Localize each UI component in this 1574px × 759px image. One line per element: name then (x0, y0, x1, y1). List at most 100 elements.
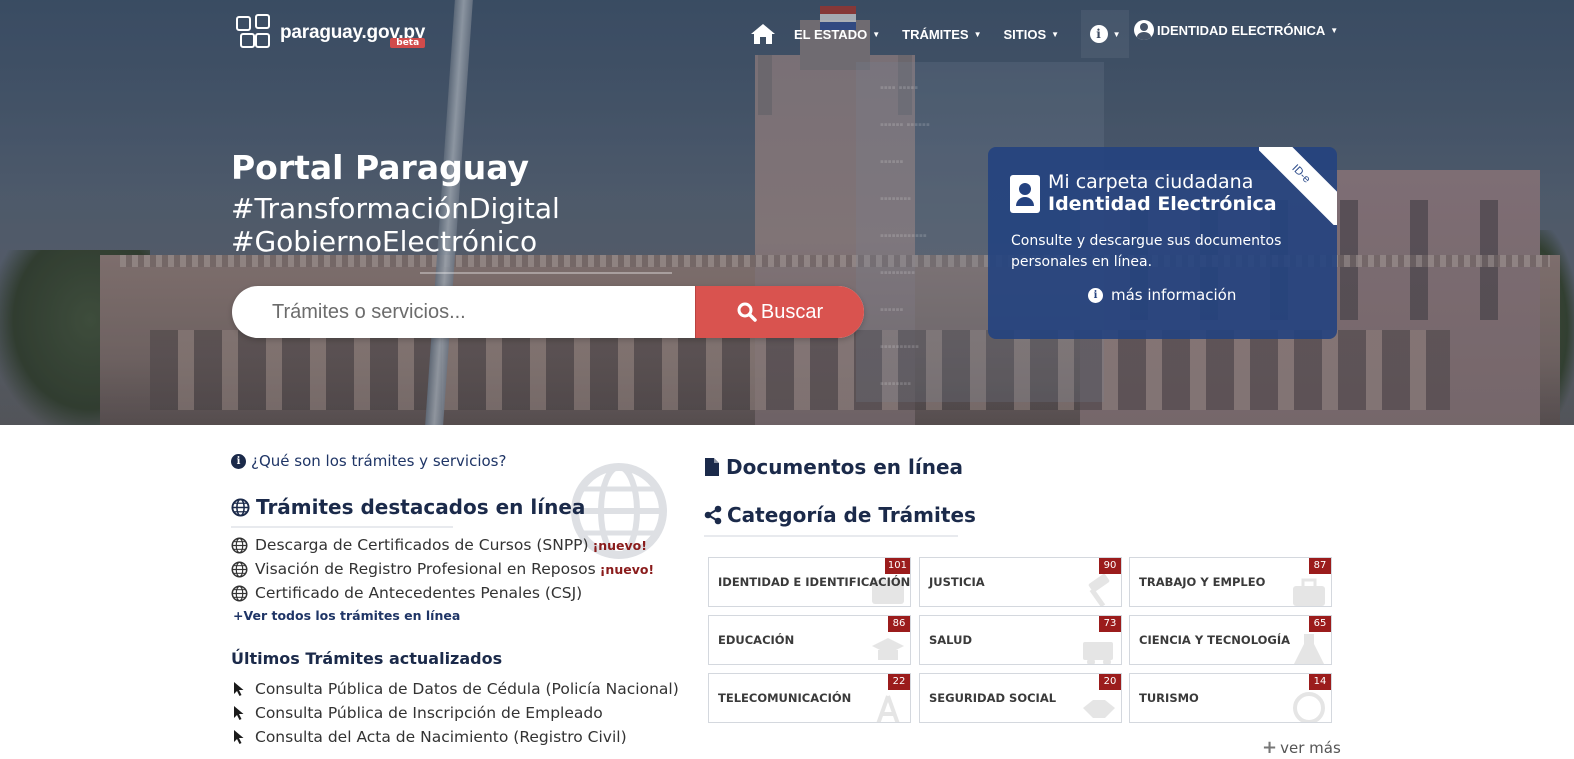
caret-down-icon: ▼ (1112, 29, 1121, 39)
idcard-more-link[interactable]: i más información (1088, 286, 1236, 304)
ver-todos-label: Ver todos los trámites en línea (243, 608, 461, 623)
category-label: CIENCIA Y TECNOLOGÍA (1139, 633, 1291, 647)
documentos-en-linea-link[interactable]: Documentos en línea (704, 455, 963, 479)
tramites-destacados-label: Trámites destacados en línea (256, 495, 586, 519)
list-item[interactable]: Visación de Registro Profesional en Repo… (231, 557, 654, 581)
search-icon (737, 302, 757, 322)
home-icon[interactable] (750, 23, 776, 45)
category-card-turismo[interactable]: TURISMO 14 (1129, 673, 1332, 723)
category-count-badge: 20 (1099, 674, 1121, 690)
category-count-badge: 22 (888, 674, 910, 690)
category-count-badge: 86 (888, 616, 910, 632)
cursor-icon (234, 682, 244, 696)
globe-icon (231, 561, 248, 577)
antenna-watermark-icon (876, 695, 900, 722)
ver-todos-link[interactable]: +Ver todos los trámites en línea (233, 608, 460, 623)
hero-tag-gobierno: #GobiernoElectrónico (231, 225, 538, 258)
caret-down-icon: ▼ (1051, 29, 1060, 39)
hero-title: Portal Paraguay (231, 148, 529, 187)
user-circle-icon (1134, 20, 1154, 40)
hero-tag-transformacion: #TransformaciónDigital (231, 192, 560, 225)
idcard-description: Consulte y descargue sus documentos pers… (1011, 233, 1282, 270)
que-son-tramites-link[interactable]: i ¿Qué son los trámites y servicios? (231, 452, 506, 470)
compass-watermark-icon (1293, 692, 1325, 722)
category-label: EDUCACIÓN (718, 633, 795, 647)
category-label: TELECOMUNICACIÓN (718, 691, 852, 705)
category-card-identidad[interactable]: IDENTIDAD E IDENTIFICACIÓN 101 (708, 557, 911, 607)
gavel-watermark-icon (1088, 574, 1110, 606)
category-card-telecomunicacion[interactable]: TELECOMUNICACIÓN 22 (708, 673, 911, 723)
globe-icon (231, 537, 248, 553)
nav-tramites-label: TRÁMITES (902, 26, 969, 42)
plus-icon: + (1262, 737, 1278, 758)
category-card-ciencia[interactable]: CIENCIA Y TECNOLOGÍA 65 (1129, 615, 1332, 665)
handshake-watermark-icon (1083, 700, 1115, 718)
nav-identity-label: IDENTIDAD ELECTRÓNICA (1157, 22, 1326, 38)
category-label: TURISMO (1139, 691, 1199, 705)
caret-down-icon: ▼ (973, 29, 982, 39)
caret-down-icon: ▼ (1330, 25, 1339, 35)
category-label: SEGURIDAD SOCIAL (929, 691, 1057, 705)
hero-divider (420, 272, 672, 274)
search-input[interactable] (232, 286, 695, 338)
category-card-salud[interactable]: SALUD 73 (919, 615, 1122, 665)
search-bar: Buscar (232, 286, 864, 338)
caret-down-icon: ▼ (872, 29, 881, 39)
nav-sitios[interactable]: SITIOS ▼ (1004, 27, 1060, 42)
category-count-badge: 65 (1309, 616, 1331, 632)
info-icon: i (231, 453, 246, 469)
category-card-educacion[interactable]: EDUCACIÓN 86 (708, 615, 911, 665)
featured-tramites-list: Descarga de Certificados de Cursos (SNPP… (231, 533, 654, 605)
flask-watermark-icon (1294, 634, 1324, 664)
list-item[interactable]: Consulta Pública de Inscripción de Emple… (233, 701, 679, 725)
updated-tramites-list: Consulta Pública de Datos de Cédula (Pol… (233, 677, 679, 749)
list-item[interactable]: Consulta del Acta de Nacimiento (Registr… (233, 725, 679, 749)
nav-info[interactable]: i ▼ (1081, 10, 1130, 58)
category-card-seguridad-social[interactable]: SEGURIDAD SOCIAL 20 (919, 673, 1122, 723)
ultimos-tramites-title: Últimos Trámites actualizados (231, 649, 503, 668)
plus-icon: + (233, 608, 244, 623)
featured-item-label: Visación de Registro Profesional en Repo… (255, 560, 596, 578)
id-card-watermark-icon (872, 580, 904, 604)
nav-tramites[interactable]: TRÁMITES ▼ (902, 27, 981, 42)
idcard-more-label: más información (1111, 286, 1237, 304)
info-icon: i (1088, 287, 1103, 303)
ver-mas-label: ver más (1280, 738, 1341, 757)
info-icon: i (1089, 25, 1108, 43)
logo-grid-icon (236, 14, 274, 52)
section-divider (704, 535, 958, 537)
category-count-badge: 73 (1099, 616, 1121, 632)
idcard-line1: Mi carpeta ciudadana (1048, 171, 1254, 193)
list-item[interactable]: Consulta Pública de Datos de Cédula (Pol… (233, 677, 679, 701)
search-button[interactable]: Buscar (695, 286, 864, 338)
updated-item-label: Consulta Pública de Datos de Cédula (Pol… (255, 680, 679, 698)
featured-item-label: Certificado de Antecedentes Penales (CSJ… (255, 584, 583, 602)
beta-badge: beta (390, 38, 426, 48)
category-count-badge: 90 (1099, 558, 1121, 574)
updated-item-label: Consulta Pública de Inscripción de Emple… (255, 704, 603, 722)
list-item[interactable]: Descarga de Certificados de Cursos (SNPP… (231, 533, 654, 557)
briefcase-watermark-icon (1293, 578, 1325, 606)
ver-mas-link[interactable]: + ver más (1262, 737, 1341, 758)
section-divider (231, 526, 453, 528)
list-item[interactable]: Certificado de Antecedentes Penales (CSJ… (231, 581, 654, 605)
category-count-badge: 14 (1309, 674, 1331, 690)
site-logo[interactable]: paraguay.gov.py beta (236, 14, 425, 52)
graduation-cap-watermark-icon (872, 638, 904, 660)
hero-banner: ▪▪▪▪ ▪▪▪▪▪ ▪▪▪▪▪▪ ▪▪▪▪▪▪ ▪▪▪▪▪▪ ▪▪▪▪▪▪▪▪… (0, 0, 1574, 425)
nav-el-estado[interactable]: EL ESTADO ▼ (794, 27, 880, 42)
category-label: SALUD (929, 633, 972, 647)
que-son-tramites-label: ¿Qué son los trámites y servicios? (251, 452, 507, 470)
globe-icon (231, 497, 250, 517)
category-card-justicia[interactable]: JUSTICIA 90 (919, 557, 1122, 607)
ambulance-watermark-icon (1083, 642, 1113, 664)
updated-item-label: Consulta del Acta de Nacimiento (Registr… (255, 728, 627, 746)
identidad-electronica-card[interactable]: ID-e Mi carpeta ciudadana Identidad Elec… (988, 147, 1337, 339)
nav-identidad-electronica[interactable]: IDENTIDAD ELECTRÓNICA ▼ (1134, 20, 1338, 40)
featured-item-label: Descarga de Certificados de Cursos (SNPP… (255, 536, 589, 554)
categoria-label: Categoría de Trámites (727, 503, 976, 527)
tramites-destacados-title: Trámites destacados en línea (231, 495, 585, 519)
main-nav: EL ESTADO ▼ TRÁMITES ▼ SITIOS ▼ i ▼ (750, 10, 1151, 58)
category-card-trabajo[interactable]: TRABAJO Y EMPLEO 87 (1129, 557, 1332, 607)
categoria-tramites-title: Categoría de Trámites (704, 503, 976, 527)
